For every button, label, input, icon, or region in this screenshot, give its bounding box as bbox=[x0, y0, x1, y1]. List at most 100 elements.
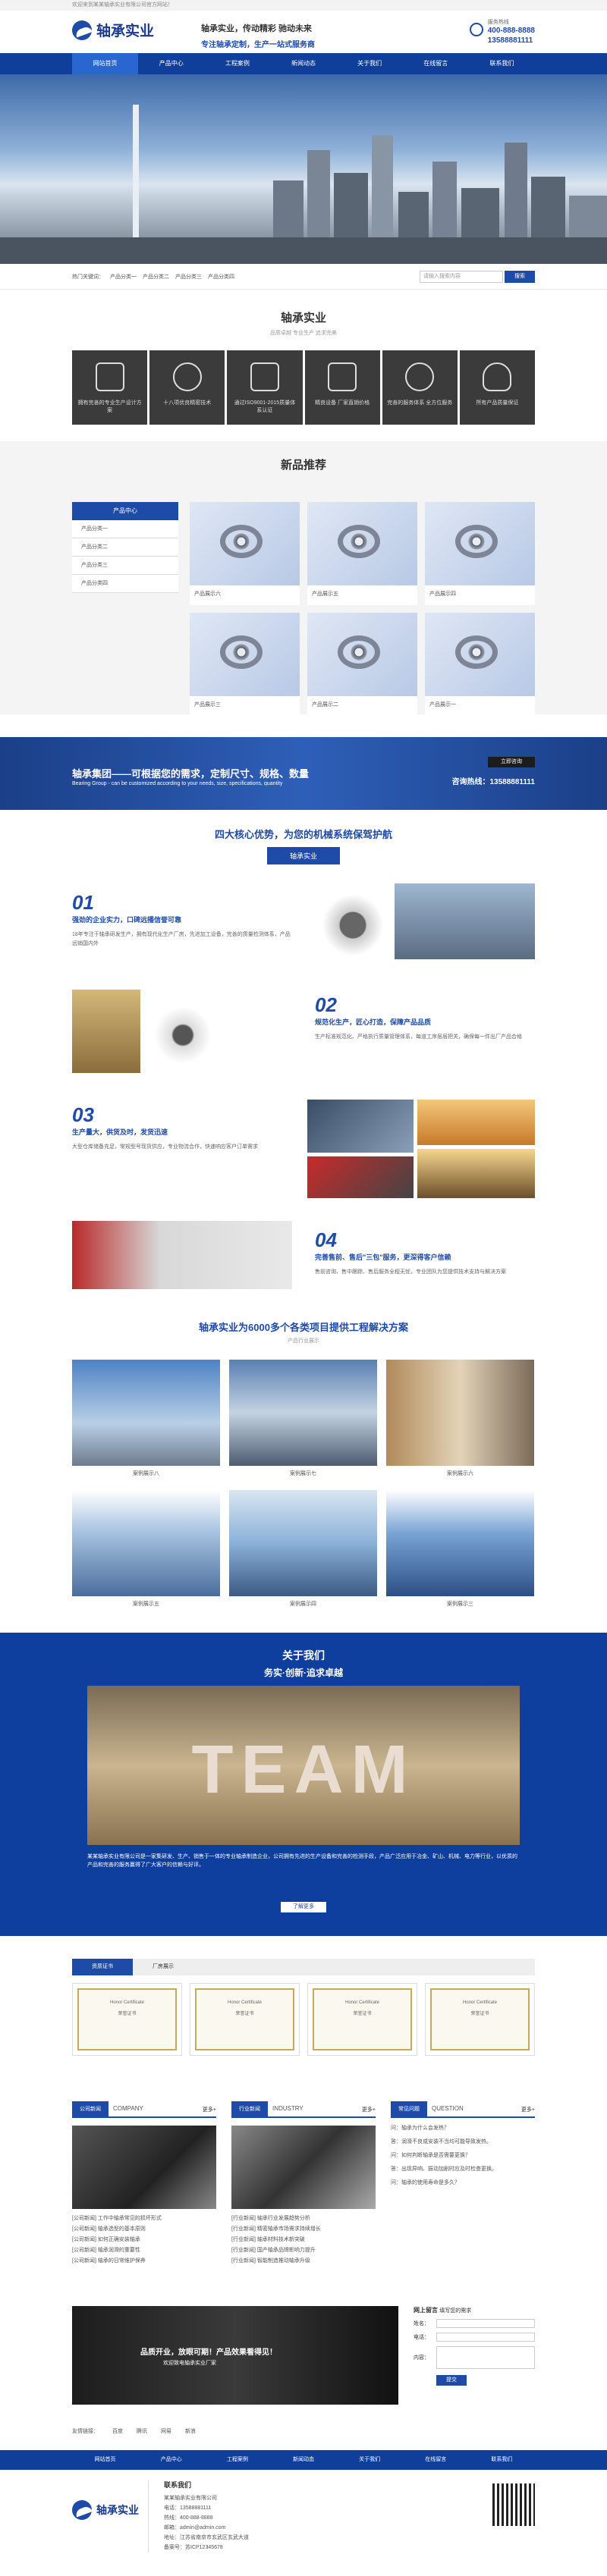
news-tab[interactable]: 行业新闻 bbox=[231, 2101, 268, 2118]
friend-link[interactable]: 网易 bbox=[161, 2427, 171, 2435]
keyword-link[interactable]: 产品分类一 bbox=[110, 273, 137, 281]
footer: 轴承实业 联系我们 某某轴承实业有限公司 电话：13588881111 热线：4… bbox=[72, 2470, 535, 2576]
about-more-button[interactable]: 了解更多 bbox=[281, 1902, 326, 1912]
friend-link[interactable]: 腾讯 bbox=[137, 2427, 147, 2435]
news-item[interactable]: [公司新闻] 如何正确安装轴承 bbox=[72, 2235, 216, 2245]
section-title: 新品推荐 bbox=[280, 459, 326, 472]
nav-message[interactable]: 在线留言 bbox=[403, 53, 469, 74]
faq-item[interactable]: 问：如何判断轴承是否需要更换？ bbox=[391, 2151, 535, 2160]
keyword-link[interactable]: 产品分类二 bbox=[143, 273, 169, 281]
consult-button[interactable]: 立即咨询 bbox=[488, 757, 535, 767]
feature-card[interactable]: 所有产品质量保证 bbox=[459, 350, 536, 425]
friend-link[interactable]: 新浪 bbox=[185, 2427, 196, 2435]
footer-nav-item[interactable]: 在线留言 bbox=[403, 2450, 469, 2470]
product-card[interactable]: 产品展示二 bbox=[307, 613, 417, 716]
contact-line: 电话：13588881111 bbox=[164, 2505, 212, 2511]
logo[interactable]: 轴承实业 bbox=[72, 20, 154, 40]
news-tab[interactable]: 公司新闻 bbox=[72, 2101, 109, 2118]
footer-brand: 轴承实业 bbox=[96, 2504, 139, 2516]
world-map-photo bbox=[307, 1100, 414, 1153]
message-section: 品质开业，放眼可期！产品效果看得见！ 欢迎致电轴承实业厂家 网上留言 填写您的需求… bbox=[72, 2306, 535, 2405]
category-item[interactable]: 产品分类一 bbox=[72, 520, 178, 538]
feature-card[interactable]: 十八项优良精密技术 bbox=[149, 350, 225, 425]
certificate-card[interactable]: Honor Certificate 荣誉证书 bbox=[190, 1983, 300, 2056]
more-link[interactable]: 更多+ bbox=[362, 2106, 376, 2113]
keyword-link[interactable]: 产品分类四 bbox=[208, 273, 234, 281]
banner-text: 品质开业，放眼可期！产品效果看得见！ bbox=[140, 2349, 277, 2357]
nav-home[interactable]: 网站首页 bbox=[72, 53, 139, 74]
product-card[interactable]: 产品展示一 bbox=[425, 613, 535, 716]
more-link[interactable]: 更多+ bbox=[521, 2106, 535, 2113]
category-head[interactable]: 产品中心 bbox=[72, 502, 178, 520]
case-card[interactable]: 案例展示七 bbox=[229, 1360, 377, 1481]
feature-card[interactable]: 拥有完善的专业生产设计方案 bbox=[72, 350, 148, 425]
contact-line: 备案号：苏ICP12345678 bbox=[164, 2545, 223, 2550]
news-tab[interactable]: 常见问题 bbox=[391, 2101, 427, 2118]
footer-nav-item[interactable]: 新闻动态 bbox=[270, 2450, 336, 2470]
field-label: 姓名： bbox=[414, 2321, 429, 2327]
case-card[interactable]: 案例展示四 bbox=[229, 1490, 377, 1611]
news-item[interactable]: [行业新闻] 精密轴承市场需求持续增长 bbox=[231, 2224, 376, 2235]
footer-nav-item[interactable]: 产品中心 bbox=[138, 2450, 204, 2470]
product-card[interactable]: 产品展示三 bbox=[190, 613, 300, 716]
faq-item: 答：润滑不良或安装不当均可能导致发热。 bbox=[391, 2139, 492, 2145]
submit-button[interactable]: 提交 bbox=[436, 2375, 467, 2386]
case-card[interactable]: 案例展示八 bbox=[72, 1360, 220, 1481]
footer-logo: 轴承实业 bbox=[72, 2500, 139, 2520]
footer-nav-item[interactable]: 关于我们 bbox=[337, 2450, 403, 2470]
case-card[interactable]: 案例展示五 bbox=[72, 1490, 220, 1611]
bearing-icon bbox=[338, 525, 380, 558]
friend-link[interactable]: 百度 bbox=[112, 2427, 123, 2435]
nav-contact[interactable]: 联系我们 bbox=[469, 53, 535, 74]
category-item[interactable]: 产品分类四 bbox=[72, 575, 178, 593]
tab-certificates[interactable]: 资质证书 bbox=[72, 1959, 133, 1975]
news-item[interactable]: [行业新闻] 智能制造推动轴承升级 bbox=[231, 2256, 376, 2267]
case-card[interactable]: 案例展示六 bbox=[386, 1360, 534, 1481]
tab-factory[interactable]: 厂房展示 bbox=[133, 1959, 193, 1975]
certificate-card[interactable]: Honor Certificate 荣誉证书 bbox=[307, 1983, 417, 2056]
product-card[interactable]: 产品展示五 bbox=[307, 502, 417, 605]
certificate-label: 荣誉证书 bbox=[353, 2012, 372, 2016]
product-card[interactable]: 产品展示四 bbox=[425, 502, 535, 605]
faq-item[interactable]: 问：轴承的使用寿命是多久？ bbox=[391, 2179, 535, 2188]
news-item[interactable]: [行业新闻] 轴承材料技术新突破 bbox=[231, 2235, 376, 2245]
search-input[interactable]: 请输入搜索内容 bbox=[420, 271, 503, 283]
news-item[interactable]: [公司新闻] 轴承润滑的重要性 bbox=[72, 2245, 216, 2256]
content-field[interactable] bbox=[436, 2346, 535, 2369]
nav-cases[interactable]: 工程案例 bbox=[204, 53, 270, 74]
news-item[interactable]: [行业新闻] 国产轴承品牌影响力提升 bbox=[231, 2245, 376, 2256]
phone-field[interactable] bbox=[436, 2333, 535, 2342]
footer-nav-item[interactable]: 联系我们 bbox=[469, 2450, 535, 2470]
faq-item: 答：出现异响、振动加剧时应及时检查更换。 bbox=[391, 2167, 497, 2172]
case-name: 案例展示五 bbox=[133, 1602, 159, 1607]
certificate-card[interactable]: Honor Certificate 荣誉证书 bbox=[72, 1983, 182, 2056]
category-item[interactable]: 产品分类三 bbox=[72, 557, 178, 575]
bearing-icon bbox=[338, 635, 380, 669]
search-bar: 热门关键词： 产品分类一 产品分类二 产品分类三 产品分类四 请输入搜索内容 搜索 bbox=[0, 264, 607, 290]
feature-card[interactable]: 精良设备 厂家直销价格 bbox=[304, 350, 380, 425]
name-field[interactable] bbox=[436, 2319, 535, 2328]
category-item[interactable]: 产品分类二 bbox=[72, 538, 178, 557]
news-item[interactable]: [公司新闻] 轴承选型的基本原则 bbox=[72, 2224, 216, 2235]
faq-item[interactable]: 问：轴承为什么会发热？ bbox=[391, 2124, 535, 2133]
keyword-link[interactable]: 产品分类三 bbox=[175, 273, 202, 281]
news-item[interactable]: [公司新闻] 工作中轴承常见的损坏形式 bbox=[72, 2214, 216, 2224]
nav-products[interactable]: 产品中心 bbox=[138, 53, 204, 74]
faq-news: 常见问题 QUESTION 更多+ 问：轴承为什么会发热？ 答：润滑不良或安装不当均可… bbox=[391, 2101, 535, 2291]
product-card[interactable]: 产品展示六 bbox=[190, 502, 300, 605]
nav-news[interactable]: 新闻动态 bbox=[270, 53, 336, 74]
footer-nav-item[interactable]: 工程案例 bbox=[204, 2450, 270, 2470]
feature-card[interactable]: 完善的服务体系 全方位服务 bbox=[382, 350, 458, 425]
footer-nav-item[interactable]: 网站首页 bbox=[72, 2450, 138, 2470]
welcome-text: 欢迎来到某某轴承实业有限公司官方网站！ bbox=[72, 2, 173, 8]
feature-card[interactable]: 通过ISO9001-2015质量体系认证 bbox=[227, 350, 303, 425]
nav-about[interactable]: 关于我们 bbox=[337, 53, 403, 74]
service-icon bbox=[405, 362, 435, 391]
more-link[interactable]: 更多+ bbox=[203, 2106, 216, 2113]
case-card[interactable]: 案例展示三 bbox=[386, 1490, 534, 1611]
search-button[interactable]: 搜索 bbox=[505, 271, 535, 283]
news-item[interactable]: [公司新闻] 轴承的日常维护保养 bbox=[72, 2256, 216, 2267]
news-tab-en: INDUSTRY bbox=[272, 2105, 304, 2112]
certificate-card[interactable]: Honor Certificate 荣誉证书 bbox=[425, 1983, 535, 2056]
news-item[interactable]: [行业新闻] 轴承行业发展趋势分析 bbox=[231, 2214, 376, 2224]
